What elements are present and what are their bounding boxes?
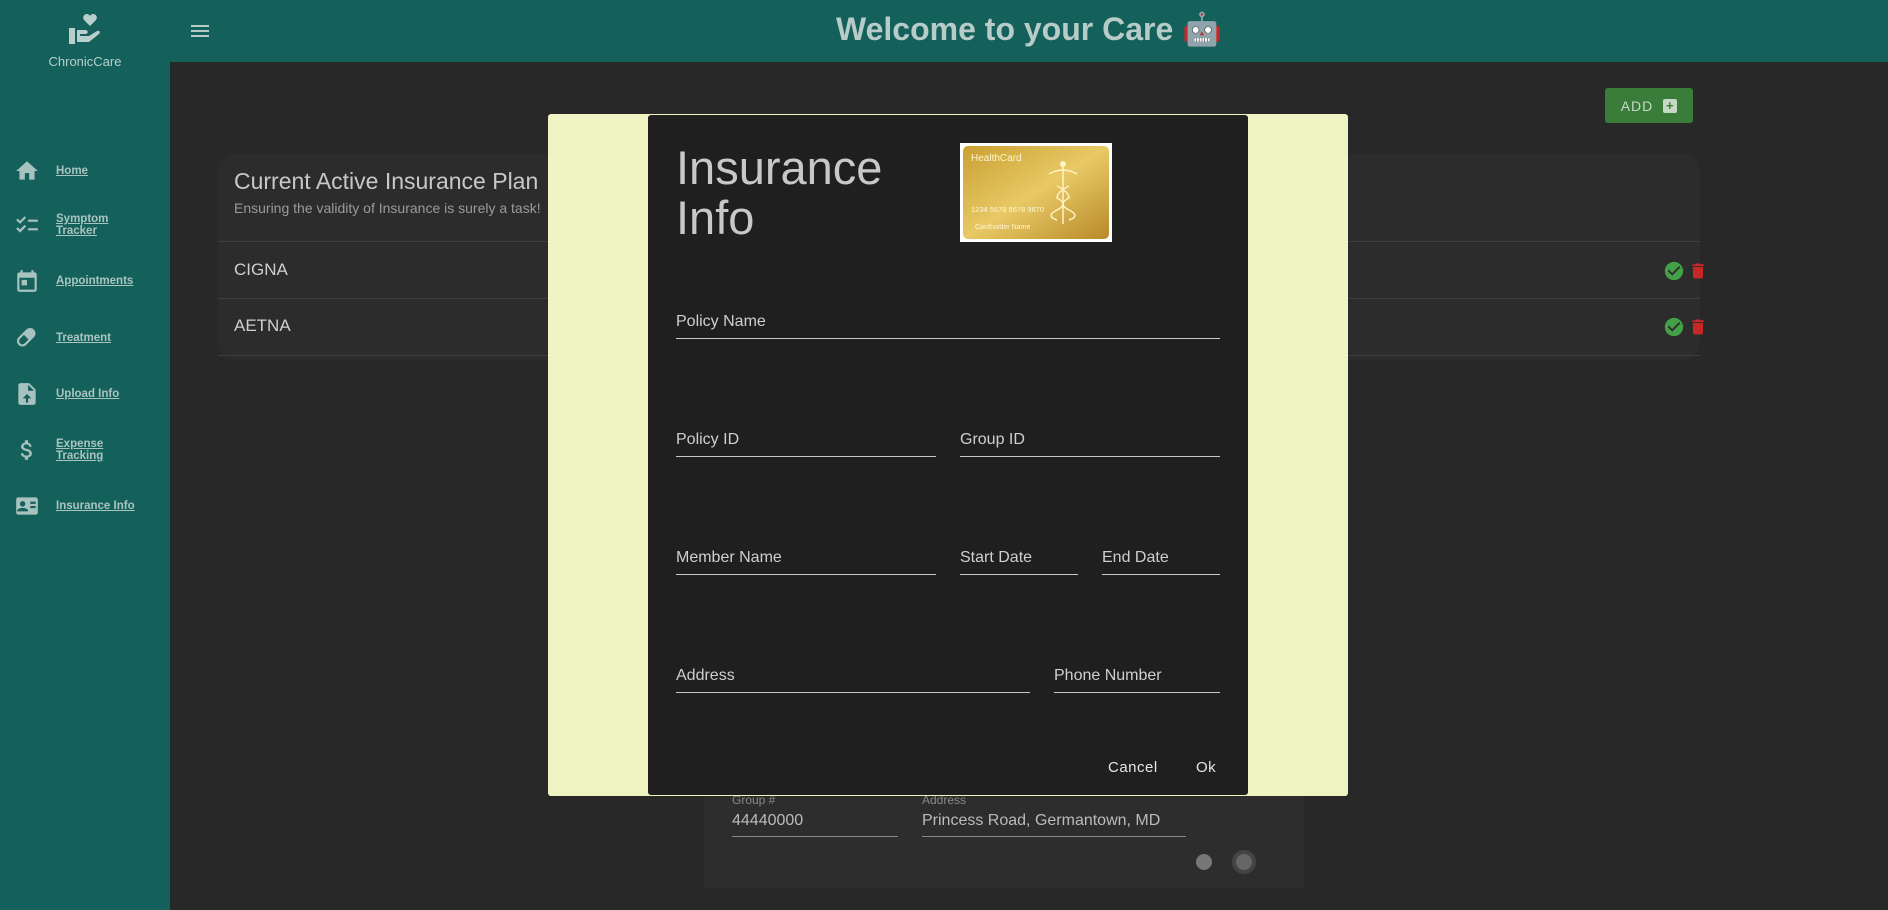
policy-id-label: Policy ID [676, 431, 740, 448]
field-underline [1102, 574, 1220, 575]
member-name-field[interactable]: Member Name [676, 549, 936, 575]
card-number: 1234 5678 5678 9870 [971, 205, 1044, 214]
health-card-image: HealthCard 1234 5678 5678 9870 Cardholde… [960, 143, 1112, 242]
field-underline [676, 338, 1220, 339]
end-date-field[interactable]: End Date [1102, 549, 1220, 575]
address-value[interactable]: Princess Road, Germantown, MD [922, 812, 1160, 830]
sidebar-item-label: Upload Info [56, 388, 120, 400]
top-app-bar: Welcome to your Care 🤖 [170, 0, 1888, 62]
app-name: ChronicCare [48, 54, 122, 69]
card-subtitle: Ensuring the validity of Insurance is su… [234, 200, 541, 216]
ok-button[interactable]: Ok [1196, 759, 1216, 776]
sidebar: ChronicCare Home Symptom Tracker Appoint… [0, 0, 170, 910]
id-card-icon [16, 497, 38, 515]
pill-icon [16, 327, 36, 347]
field-underline [676, 574, 936, 575]
dollar-icon [20, 440, 32, 460]
field-underline [1054, 692, 1220, 693]
plan-name: AETNA [234, 316, 291, 335]
field-underline [960, 456, 1220, 457]
phone-number-field[interactable]: Phone Number [1054, 667, 1220, 693]
add-button-label: ADD [1620, 97, 1654, 114]
sidebar-item-symptom-tracker[interactable]: Symptom Tracker [14, 212, 136, 238]
sidebar-item-home[interactable]: Home [14, 158, 136, 184]
start-date-field[interactable]: Start Date [960, 549, 1078, 575]
sidebar-item-label: Treatment [56, 332, 111, 344]
checklist-icon [16, 216, 38, 233]
sidebar-item-label: Symptom Tracker [56, 213, 109, 237]
app-logo[interactable]: ChronicCare [0, 12, 170, 69]
card-title: Current Active Insurance Plan [234, 168, 539, 194]
check-circle-icon[interactable] [1663, 316, 1685, 338]
hand-heart-icon [69, 14, 100, 44]
calendar-icon [17, 270, 37, 292]
field-underline [676, 456, 936, 457]
page-title: Welcome to your Care 🤖 [835, 11, 1222, 47]
end-date-label: End Date [1102, 549, 1169, 566]
field-underline [676, 692, 1030, 693]
cancel-button[interactable]: Cancel [1108, 759, 1158, 776]
field-underline [960, 574, 1078, 575]
sidebar-item-label: Expense Tracking [56, 438, 104, 462]
sidebar-item-label: Appointments [56, 275, 134, 287]
sidebar-item-upload-info[interactable]: Upload Info [14, 381, 136, 407]
add-button[interactable]: ADD + [1605, 88, 1693, 123]
plus-icon: + [1663, 98, 1678, 113]
policy-id-field[interactable]: Policy ID [676, 431, 936, 457]
phone-number-label: Phone Number [1054, 667, 1162, 684]
group-id-label: Group ID [960, 431, 1025, 448]
start-date-label: Start Date [960, 549, 1033, 566]
group-number-value[interactable]: 44440000 [732, 812, 803, 830]
dialog-title: Insurance Info [676, 141, 883, 244]
insurance-detail-form: Group # 44440000 Address Princess Road, … [704, 790, 1304, 888]
delete-icon[interactable] [1688, 316, 1708, 338]
address-label: Address [676, 667, 735, 684]
policy-name-label: Policy Name [676, 313, 766, 330]
address-field[interactable]: Address [676, 667, 1030, 693]
policy-name-field[interactable]: Policy Name [676, 313, 1220, 339]
carousel-dot[interactable] [1196, 854, 1212, 870]
sidebar-item-expense-tracking[interactable]: Expense Tracking [14, 437, 136, 463]
carousel-dot-active[interactable] [1232, 850, 1256, 874]
sidebar-item-insurance-info[interactable]: Insurance Info [14, 493, 136, 519]
delete-icon[interactable] [1688, 260, 1708, 282]
field-underline [732, 836, 898, 837]
cardholder-name: Cardholder Name [975, 224, 1030, 231]
card-brand: HealthCard [971, 153, 1022, 164]
member-name-label: Member Name [676, 549, 782, 566]
sidebar-item-appointments[interactable]: Appointments [14, 268, 136, 294]
home-icon [16, 161, 38, 180]
plan-name: CIGNA [234, 260, 288, 279]
field-underline [922, 836, 1186, 837]
check-circle-icon[interactable] [1663, 260, 1685, 282]
group-id-field[interactable]: Group ID [960, 431, 1220, 457]
sidebar-item-treatment[interactable]: Treatment [14, 325, 136, 351]
insurance-info-dialog: Insurance Info HealthCard 1234 5678 5678… [648, 115, 1248, 795]
sidebar-item-label: Home [56, 165, 88, 177]
upload-file-icon [18, 383, 36, 405]
sidebar-item-label: Insurance Info [56, 500, 135, 512]
